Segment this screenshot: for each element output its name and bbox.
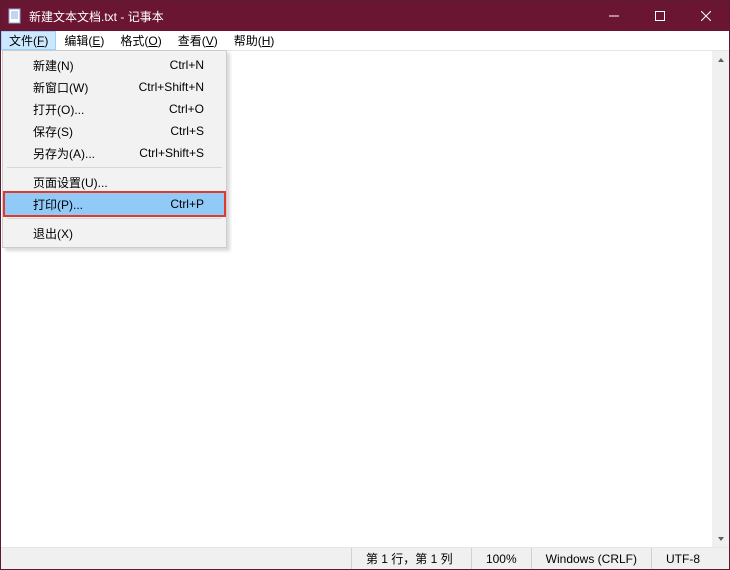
- title-separator: -: [117, 10, 128, 24]
- menu-item-save-label: 保存(S): [33, 123, 170, 140]
- scroll-down-icon[interactable]: [712, 530, 729, 547]
- menu-view[interactable]: 查看(V): [170, 31, 226, 50]
- menu-edit-post: ): [100, 34, 104, 48]
- notepad-icon: [7, 8, 23, 24]
- file-menu-dropdown: 新建(N) Ctrl+N 新窗口(W) Ctrl+Shift+N 打开(O)..…: [2, 50, 227, 248]
- menu-item-save[interactable]: 保存(S) Ctrl+S: [5, 120, 224, 142]
- menu-edit-ul: E: [92, 34, 100, 48]
- menu-view-post: ): [214, 34, 218, 48]
- menu-item-open[interactable]: 打开(O)... Ctrl+O: [5, 98, 224, 120]
- menu-item-new[interactable]: 新建(N) Ctrl+N: [5, 54, 224, 76]
- menu-format[interactable]: 格式(O): [112, 31, 169, 50]
- menu-file-ul: F: [37, 34, 44, 48]
- status-encoding: UTF-8: [651, 548, 729, 569]
- titlebar: 新建文本文档.txt - 记事本: [1, 1, 729, 31]
- statusbar: 第 1 行，第 1 列 100% Windows (CRLF) UTF-8: [1, 547, 729, 569]
- menu-item-new-window[interactable]: 新窗口(W) Ctrl+Shift+N: [5, 76, 224, 98]
- menu-item-new-window-label: 新窗口(W): [33, 79, 139, 96]
- menu-help[interactable]: 帮助(H): [226, 31, 283, 50]
- status-spacer: [1, 548, 351, 569]
- menu-item-print-label: 打印(P)...: [33, 196, 170, 213]
- menu-view-ul: V: [206, 34, 214, 48]
- maximize-button[interactable]: [637, 1, 683, 31]
- title-appname: 记事本: [128, 10, 164, 24]
- menu-item-print[interactable]: 打印(P)... Ctrl+P: [5, 193, 224, 215]
- window-title: 新建文本文档.txt - 记事本: [29, 8, 591, 25]
- menu-file-pre: 文件(: [9, 32, 37, 49]
- menu-format-pre: 格式(: [120, 32, 148, 49]
- menu-item-new-label: 新建(N): [33, 57, 170, 74]
- scroll-up-icon[interactable]: [712, 51, 729, 68]
- menu-separator-2: [7, 218, 222, 219]
- menu-help-pre: 帮助(: [234, 32, 262, 49]
- menubar: 文件(F) 编辑(E) 格式(O) 查看(V) 帮助(H): [1, 31, 729, 51]
- menu-view-pre: 查看(: [178, 32, 206, 49]
- menu-item-page-setup[interactable]: 页面设置(U)...: [5, 171, 224, 193]
- menu-edit-pre: 编辑(: [64, 32, 92, 49]
- status-zoom: 100%: [471, 548, 531, 569]
- window-controls: [591, 1, 729, 31]
- menu-item-save-as-shortcut: Ctrl+Shift+S: [139, 146, 204, 160]
- menu-item-exit-label: 退出(X): [33, 225, 204, 242]
- minimize-button[interactable]: [591, 1, 637, 31]
- status-position: 第 1 行，第 1 列: [351, 548, 471, 569]
- close-button[interactable]: [683, 1, 729, 31]
- status-line-ending: Windows (CRLF): [531, 548, 651, 569]
- menu-item-page-setup-label: 页面设置(U)...: [33, 174, 204, 191]
- menu-item-save-as[interactable]: 另存为(A)... Ctrl+Shift+S: [5, 142, 224, 164]
- menu-edit[interactable]: 编辑(E): [56, 31, 112, 50]
- menu-item-exit[interactable]: 退出(X): [5, 222, 224, 244]
- menu-item-save-shortcut: Ctrl+S: [170, 124, 204, 138]
- menu-item-new-shortcut: Ctrl+N: [170, 58, 204, 72]
- menu-file-post: ): [44, 34, 48, 48]
- menu-item-open-label: 打开(O)...: [33, 101, 169, 118]
- menu-help-ul: H: [262, 34, 271, 48]
- menu-item-open-shortcut: Ctrl+O: [169, 102, 204, 116]
- menu-help-post: ): [270, 34, 274, 48]
- menu-format-ul: O: [148, 34, 157, 48]
- menu-item-save-as-label: 另存为(A)...: [33, 145, 139, 162]
- vertical-scrollbar[interactable]: [712, 51, 729, 547]
- menu-format-post: ): [158, 34, 162, 48]
- menu-item-print-shortcut: Ctrl+P: [170, 197, 204, 211]
- menu-file[interactable]: 文件(F): [1, 31, 56, 50]
- title-filename: 新建文本文档.txt: [29, 10, 117, 24]
- scroll-track[interactable]: [712, 68, 729, 530]
- menu-item-new-window-shortcut: Ctrl+Shift+N: [139, 80, 204, 94]
- menu-separator-1: [7, 167, 222, 168]
